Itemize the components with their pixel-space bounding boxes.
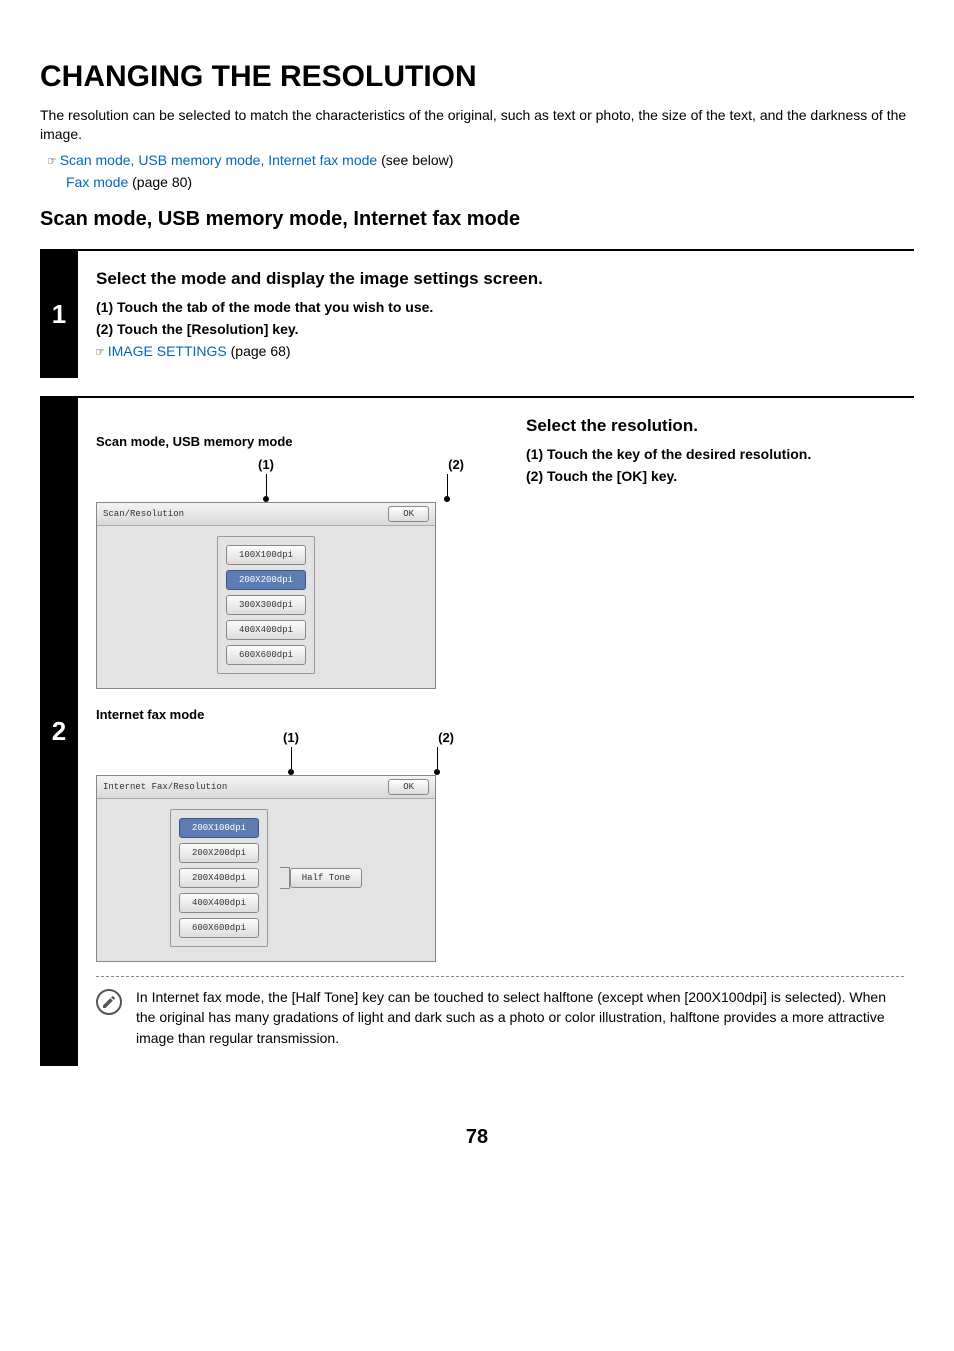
scan-mode-label: Scan mode, USB memory mode xyxy=(96,434,496,449)
callout-1: (1) xyxy=(216,457,316,502)
ifax-ok-button[interactable]: OK xyxy=(388,779,429,795)
scan-ok-button[interactable]: OK xyxy=(388,506,429,522)
crossref-line-1: ☞ Scan mode, USB memory mode, Internet f… xyxy=(48,150,914,172)
crossref-link-scan-modes[interactable]: Scan mode, USB memory mode, Internet fax… xyxy=(60,152,377,168)
scan-res-100x100[interactable]: 100X100dpi xyxy=(226,545,306,565)
halftone-button[interactable]: Half Tone xyxy=(290,868,362,888)
ifax-res-200x200[interactable]: 200X200dpi xyxy=(179,843,259,863)
scan-res-200x200[interactable]: 200X200dpi xyxy=(226,570,306,590)
note-text: In Internet fax mode, the [Half Tone] ke… xyxy=(136,987,904,1048)
step-2-sub-1: (1) Touch the key of the desired resolut… xyxy=(526,446,904,462)
crossref-suffix-2: (page 80) xyxy=(128,174,192,190)
scan-res-600x600[interactable]: 600X600dpi xyxy=(226,645,306,665)
scan-panel-title: Scan/Resolution xyxy=(103,509,184,519)
step-1: 1 Select the mode and display the image … xyxy=(40,249,914,378)
crossref-suffix-1: (see below) xyxy=(377,152,453,168)
ifax-res-200x400[interactable]: 200X400dpi xyxy=(179,868,259,888)
callout-2: (2) xyxy=(316,457,476,502)
ifax-panel-title: Internet Fax/Resolution xyxy=(103,782,227,792)
pencil-note-icon xyxy=(96,989,122,1015)
section-heading: Scan mode, USB memory mode, Internet fax… xyxy=(40,208,914,231)
page-number: 78 xyxy=(40,1126,914,1149)
callout-2-ifax-text: (2) xyxy=(438,730,454,745)
crossref-link-fax-mode[interactable]: Fax mode xyxy=(66,174,128,190)
crossref-suffix-3: (page 68) xyxy=(227,343,291,359)
halftone-bridge: Half Tone xyxy=(280,867,362,889)
note-block: In Internet fax mode, the [Half Tone] ke… xyxy=(96,987,904,1048)
pointer-icon: ☞ xyxy=(48,154,56,169)
step-1-title: Select the mode and display the image se… xyxy=(96,269,904,289)
step-1-sub-2: (2) Touch the [Resolution] key. xyxy=(96,321,904,337)
step-number-1: 1 xyxy=(40,251,78,378)
scan-resolution-panel: Scan/Resolution OK 100X100dpi 200X200dpi… xyxy=(96,502,436,689)
step-2-sub-2: (2) Touch the [OK] key. xyxy=(526,468,904,484)
callout-2-text: (2) xyxy=(448,457,464,472)
ifax-resolution-panel: Internet Fax/Resolution OK 200X100dpi 20… xyxy=(96,775,436,962)
step-number-2: 2 xyxy=(40,398,78,1066)
callout-1-text: (1) xyxy=(258,457,274,472)
step-1-ref: ☞ IMAGE SETTINGS (page 68) xyxy=(96,343,904,360)
scan-res-300x300[interactable]: 300X300dpi xyxy=(226,595,306,615)
ifax-mode-label: Internet fax mode xyxy=(96,707,496,722)
ifax-res-200x100[interactable]: 200X100dpi xyxy=(179,818,259,838)
scan-resolution-options: 100X100dpi 200X200dpi 300X300dpi 400X400… xyxy=(217,536,315,674)
dashed-separator xyxy=(96,976,904,977)
callout-2-ifax: (2) xyxy=(336,730,466,775)
pointer-icon: ☞ xyxy=(96,345,104,360)
step-2-title: Select the resolution. xyxy=(526,416,904,436)
ifax-res-400x400[interactable]: 400X400dpi xyxy=(179,893,259,913)
ifax-resolution-options: 200X100dpi 200X200dpi 200X400dpi 400X400… xyxy=(170,809,268,947)
step-2: 2 Scan mode, USB memory mode (1) (2) xyxy=(40,396,914,1066)
step-1-sub-1: (1) Touch the tab of the mode that you w… xyxy=(96,299,904,315)
intro-text: The resolution can be selected to match … xyxy=(40,106,914,144)
ifax-res-600x600[interactable]: 600X600dpi xyxy=(179,918,259,938)
callout-1-ifax-text: (1) xyxy=(283,730,299,745)
callout-1-ifax: (1) xyxy=(246,730,336,775)
page-title: CHANGING THE RESOLUTION xyxy=(40,60,914,94)
crossref-link-image-settings[interactable]: IMAGE SETTINGS xyxy=(108,343,227,359)
scan-res-400x400[interactable]: 400X400dpi xyxy=(226,620,306,640)
crossref-line-2: Fax mode (page 80) xyxy=(66,172,914,192)
